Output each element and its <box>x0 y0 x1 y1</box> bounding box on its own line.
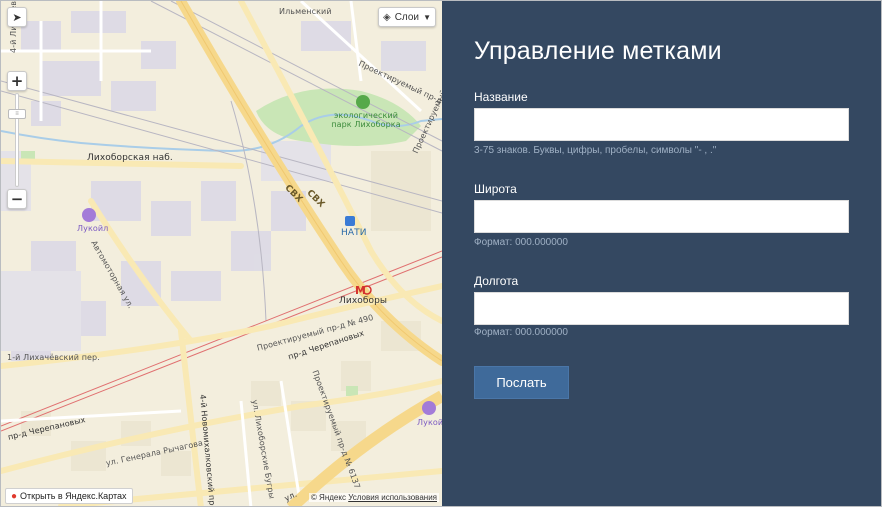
submit-button[interactable]: Послать <box>474 366 569 399</box>
name-input[interactable] <box>474 108 849 141</box>
minus-icon: − <box>10 190 24 208</box>
map-label: Лихоборы <box>339 296 388 306</box>
latitude-label: Широта <box>474 182 517 196</box>
terms-of-use-link[interactable]: Условия использования <box>348 493 437 502</box>
layers-button[interactable]: ◈ Слои ▼ <box>378 7 436 27</box>
navigation-arrow-icon: ➤ <box>12 10 22 24</box>
marker-management-panel: Управление метками Название 3-75 знаков.… <box>442 1 881 506</box>
grip-icon: ≡ <box>15 111 19 117</box>
map-label: Лукойл <box>417 418 442 427</box>
geolocation-button[interactable]: ➤ <box>7 7 27 27</box>
longitude-input[interactable] <box>474 292 849 325</box>
map-tiles: M <box>1 1 442 506</box>
map-label: Ильменский <box>279 7 332 16</box>
open-in-yandex-label: Открыть в Яндекс.Картах <box>20 491 127 501</box>
zoom-out-button[interactable]: − <box>7 189 27 209</box>
zoom-in-button[interactable]: + <box>7 71 27 91</box>
map-label: 1-й Лихачёвский пер. <box>7 353 100 362</box>
copyright-label: © Яндекс <box>310 493 346 502</box>
latitude-hint: Формат: 000.000000 <box>474 237 568 248</box>
map-label: Лихоборская наб. <box>87 153 173 163</box>
longitude-hint: Формат: 000.000000 <box>474 327 568 338</box>
map-copyright: © Яндекс Условия использования <box>308 493 439 502</box>
page-title: Управление метками <box>474 37 722 65</box>
open-in-yandex-maps-link[interactable]: ● Открыть в Яндекс.Картах <box>5 488 133 504</box>
map-view[interactable]: M Ильменский 4-й Лихачёвский Проектируем… <box>1 1 442 506</box>
layers-icon: ◈ <box>383 11 391 23</box>
longitude-label: Долгота <box>474 274 519 288</box>
map-pin-icon: ● <box>11 490 18 502</box>
name-label: Название <box>474 90 528 104</box>
layers-button-label: Слои <box>394 11 420 23</box>
zoom-slider-handle[interactable]: ≡ <box>8 109 26 119</box>
map-label: НАТИ <box>341 228 367 238</box>
plus-icon: + <box>10 72 24 90</box>
chevron-down-icon: ▼ <box>423 12 431 22</box>
map-label: Лукойл <box>77 224 109 233</box>
map-label: экологический парк Лихоборка <box>331 111 401 129</box>
latitude-input[interactable] <box>474 200 849 233</box>
app-frame: M Ильменский 4-й Лихачёвский Проектируем… <box>0 0 882 507</box>
name-hint: 3-75 знаков. Буквы, цифры, пробелы, симв… <box>474 145 717 156</box>
zoom-slider[interactable] <box>15 93 19 187</box>
